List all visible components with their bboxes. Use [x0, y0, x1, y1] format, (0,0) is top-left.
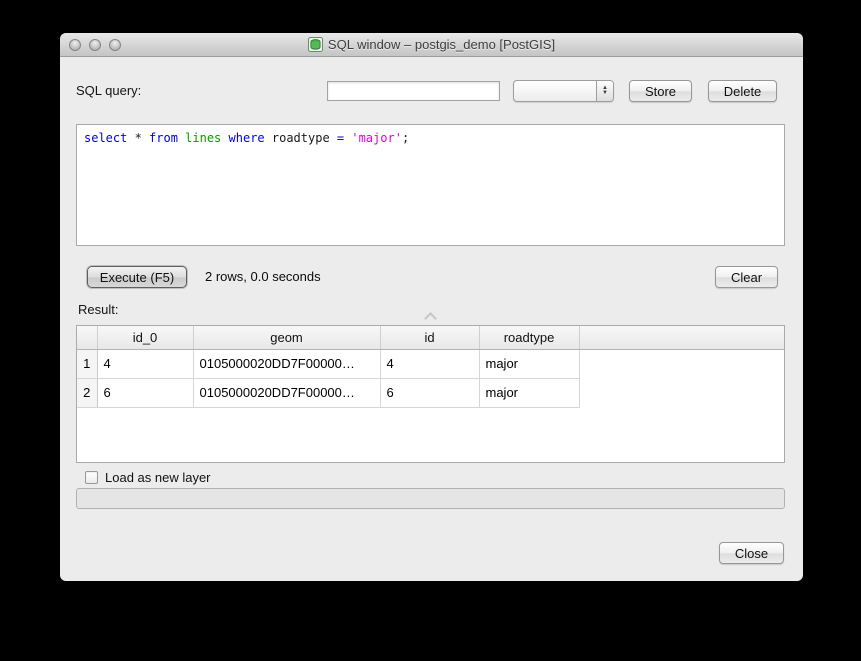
status-text: 2 rows, 0.0 seconds — [205, 266, 321, 288]
zoom-window-button[interactable] — [109, 39, 121, 51]
close-window-button[interactable] — [69, 39, 81, 51]
row-filler — [579, 349, 784, 378]
table-row[interactable]: 2 6 0105000020DD7F00000… 6 major — [77, 378, 784, 407]
sql-code-line: select * from lines where roadtype = 'ma… — [84, 130, 777, 146]
cell-geom[interactable]: 0105000020DD7F00000… — [193, 349, 380, 378]
close-button[interactable]: Close — [719, 542, 784, 564]
cell-geom[interactable]: 0105000020DD7F00000… — [193, 378, 380, 407]
cell-roadtype[interactable]: major — [479, 378, 579, 407]
result-label: Result: — [78, 302, 118, 317]
store-button[interactable]: Store — [629, 80, 692, 102]
title-area: SQL window – postgis_demo [PostGIS] — [308, 37, 555, 52]
cell-roadtype[interactable]: major — [479, 349, 579, 378]
row-number-cell[interactable]: 1 — [77, 349, 97, 378]
sql-query-label: SQL query: — [76, 81, 141, 101]
header-filler — [579, 326, 784, 349]
sql-editor[interactable]: select * from lines where roadtype = 'ma… — [76, 124, 785, 246]
table-header-row: id_0 geom id roadtype — [77, 326, 784, 349]
layer-name-field — [76, 488, 785, 509]
row-number-header — [77, 326, 97, 349]
traffic-lights — [69, 33, 121, 56]
result-table: id_0 geom id roadtype 1 4 0105000020DD7F… — [76, 325, 785, 463]
load-as-new-layer-row: Load as new layer — [85, 469, 211, 485]
column-header-geom[interactable]: geom — [193, 326, 380, 349]
sql-database-icon — [308, 37, 323, 52]
combo-stepper-icon: ▲▼ — [596, 81, 613, 101]
cell-id[interactable]: 6 — [380, 378, 479, 407]
column-header-roadtype[interactable]: roadtype — [479, 326, 579, 349]
splitter-grip-icon[interactable] — [422, 312, 438, 322]
cell-id[interactable]: 4 — [380, 349, 479, 378]
query-name-input[interactable] — [327, 81, 500, 101]
clear-button[interactable]: Clear — [715, 266, 778, 288]
row-filler — [579, 378, 784, 407]
stored-query-combo[interactable]: ▲▼ — [513, 80, 614, 102]
titlebar[interactable]: SQL window – postgis_demo [PostGIS] — [60, 33, 803, 57]
dialog-content: SQL query: ▲▼ Store Delete select * from… — [60, 57, 803, 581]
row-number-cell[interactable]: 2 — [77, 378, 97, 407]
column-header-id0[interactable]: id_0 — [97, 326, 193, 349]
table-row[interactable]: 1 4 0105000020DD7F00000… 4 major — [77, 349, 784, 378]
minimize-window-button[interactable] — [89, 39, 101, 51]
cell-id0[interactable]: 6 — [97, 378, 193, 407]
delete-button[interactable]: Delete — [708, 80, 777, 102]
window-title: SQL window – postgis_demo [PostGIS] — [328, 37, 555, 52]
load-as-new-layer-checkbox[interactable] — [85, 471, 98, 484]
load-as-new-layer-label: Load as new layer — [105, 470, 211, 485]
execute-button[interactable]: Execute (F5) — [87, 266, 187, 288]
cell-id0[interactable]: 4 — [97, 349, 193, 378]
column-header-id[interactable]: id — [380, 326, 479, 349]
sql-window: SQL window – postgis_demo [PostGIS] SQL … — [60, 33, 803, 581]
